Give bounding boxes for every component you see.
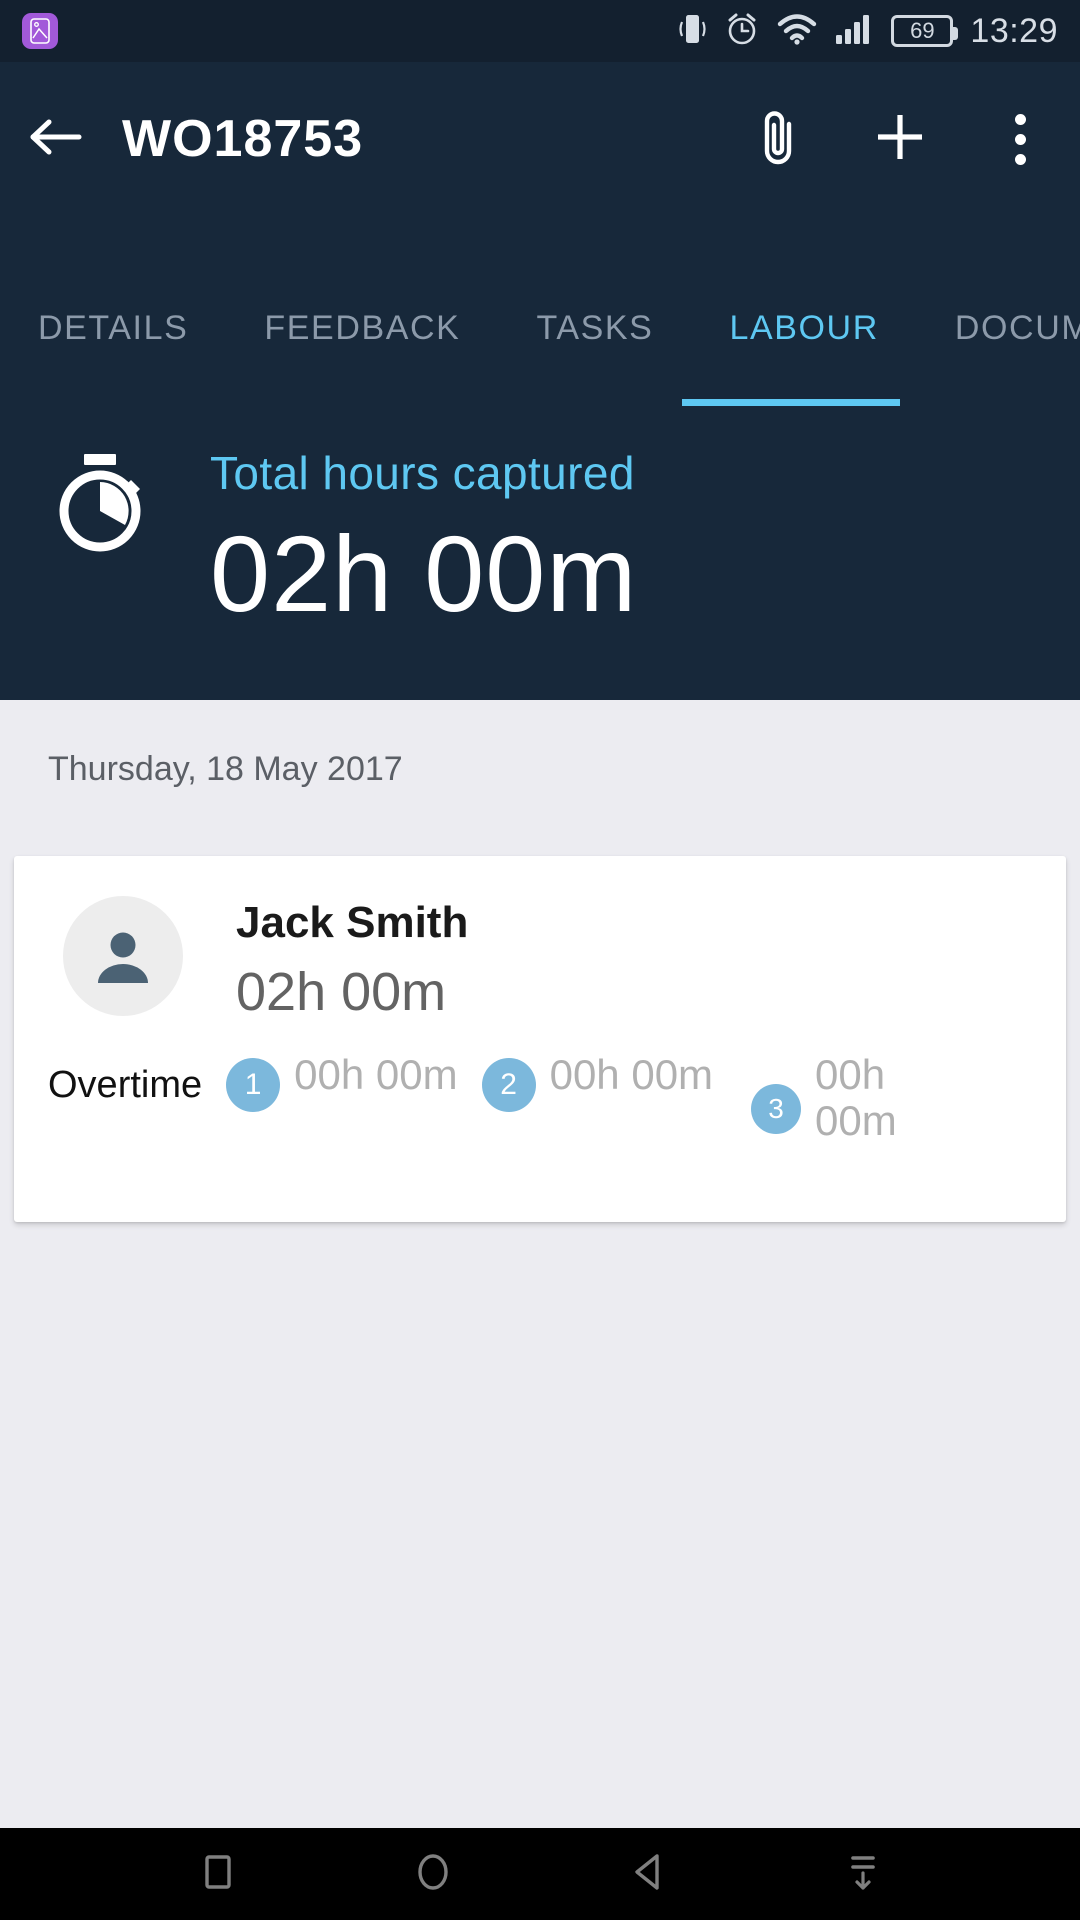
- vibrate-icon: [677, 11, 707, 52]
- collapse-down-icon: [839, 1848, 887, 1901]
- plus-icon: [872, 109, 928, 170]
- app-bar-actions: [720, 79, 1080, 199]
- status-bar-left: [22, 13, 58, 49]
- circle-icon: [409, 1848, 457, 1901]
- status-bar-clock: 13:29: [970, 11, 1058, 50]
- labour-content: Thursday, 18 May 2017 Jack Smith 02h 00m…: [0, 700, 1080, 1828]
- tab-labour[interactable]: LABOUR: [691, 309, 916, 348]
- back-navigation-button[interactable]: [0, 114, 110, 165]
- alarm-icon: [724, 11, 760, 52]
- phone-screen: 69 13:29 WO18753 DETAILS FEEDBACK TASKS …: [0, 0, 1080, 1920]
- status-bar: 69 13:29: [0, 0, 1080, 62]
- stopwatch-icon: [45, 446, 155, 556]
- active-tab-indicator: [682, 399, 900, 406]
- total-hours-summary: Total hours captured 02h 00m: [0, 406, 1080, 700]
- page-title: WO18753: [122, 110, 364, 168]
- overtime-entry-2[interactable]: 2 00h 00m: [481, 1051, 714, 1112]
- labour-entry-header: Jack Smith 02h 00m: [14, 856, 1066, 1061]
- hide-navbar-button[interactable]: [813, 1828, 913, 1920]
- attach-button[interactable]: [720, 79, 840, 199]
- overtime-value-2: 00h 00m: [549, 1051, 714, 1098]
- tab-details[interactable]: DETAILS: [0, 309, 226, 348]
- signal-icon: [834, 13, 874, 50]
- wifi-icon: [777, 13, 817, 50]
- overtime-value-3: 00h 00m: [815, 1051, 897, 1145]
- overtime-row: Overtime 1 00h 00m 2 00h 00m 3 00h 00m: [14, 1051, 1066, 1145]
- overtime-entry-1[interactable]: 1 00h 00m: [226, 1051, 458, 1112]
- home-button[interactable]: [383, 1828, 483, 1920]
- date-header: Thursday, 18 May 2017: [48, 750, 403, 788]
- total-hours-value: 02h 00m: [210, 513, 638, 634]
- gallery-app-icon: [22, 13, 58, 49]
- total-hours-label: Total hours captured: [210, 447, 635, 499]
- overtime-label: Overtime: [48, 1064, 203, 1106]
- overtime-entry-3[interactable]: 3 00h 00m: [751, 1051, 935, 1145]
- system-navigation-bar: [0, 1828, 1080, 1920]
- status-bar-right: 69 13:29: [677, 11, 1058, 52]
- tab-documents[interactable]: DOCUME: [917, 309, 1080, 348]
- paperclip-icon: [758, 107, 802, 172]
- person-avatar-icon: [98, 932, 148, 983]
- app-bar: WO18753: [0, 62, 1080, 216]
- recents-button[interactable]: [168, 1828, 268, 1920]
- tab-strip: DETAILS FEEDBACK TASKS LABOUR DOCUME: [0, 309, 1080, 348]
- overtime-value-1: 00h 00m: [294, 1051, 458, 1098]
- overtime-badge-3: 3: [751, 1084, 802, 1134]
- triangle-left-icon: [624, 1848, 672, 1901]
- person-name: Jack Smith: [236, 898, 469, 947]
- overflow-menu-button[interactable]: [960, 79, 1080, 199]
- back-button[interactable]: [598, 1828, 698, 1920]
- overtime-badge-1: 1: [226, 1058, 281, 1112]
- add-button[interactable]: [840, 79, 960, 199]
- back-arrow-icon: [27, 114, 83, 165]
- battery-level: 69: [910, 18, 935, 43]
- person-hours: 02h 00m: [236, 962, 447, 1022]
- tab-bar: DETAILS FEEDBACK TASKS LABOUR DOCUME: [0, 216, 1080, 406]
- battery-icon: 69: [891, 15, 959, 47]
- tab-tasks[interactable]: TASKS: [498, 309, 691, 348]
- tab-feedback[interactable]: FEEDBACK: [226, 309, 498, 348]
- square-icon: [194, 1848, 242, 1901]
- overtime-badge-2: 2: [481, 1058, 536, 1112]
- overflow-menu-icon: [1014, 113, 1026, 165]
- labour-entry-card[interactable]: Jack Smith 02h 00m Overtime 1 00h 00m 2 …: [14, 856, 1066, 1222]
- avatar: [63, 896, 183, 1016]
